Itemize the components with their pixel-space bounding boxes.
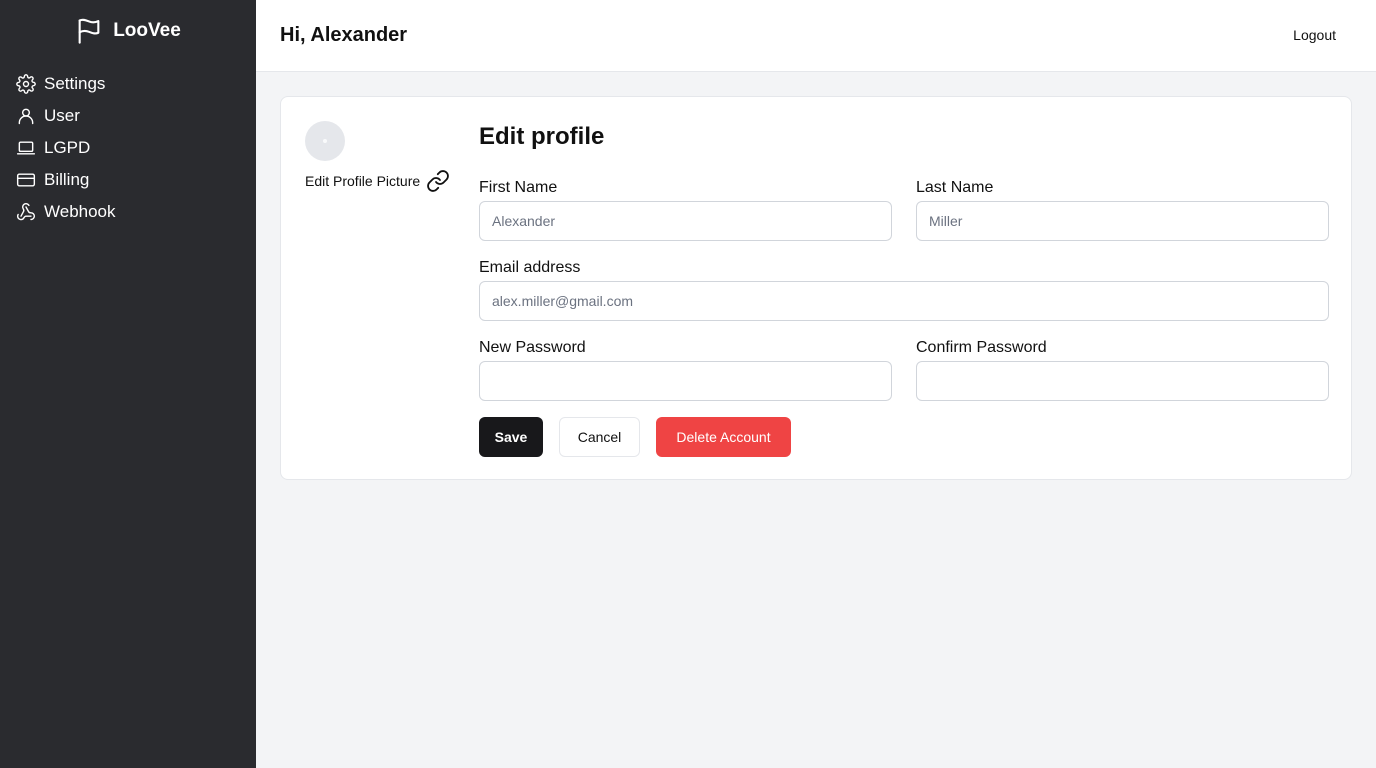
sidebar-item-label: User (44, 106, 80, 125)
sidebar-item-label: Webhook (44, 202, 116, 221)
top-bar: Hi, Alexander Logout (256, 0, 1376, 72)
last-name-input[interactable] (916, 201, 1329, 241)
edit-profile-picture-link[interactable]: Edit Profile Picture (305, 169, 450, 193)
edit-profile-card: Edit Profile Picture Edit profile First … (280, 96, 1352, 480)
delete-account-button[interactable]: Delete Account (656, 417, 791, 457)
last-name-label: Last Name (916, 179, 994, 196)
sidebar-item-settings[interactable]: Settings (16, 68, 116, 100)
avatar-placeholder (323, 139, 327, 143)
gear-icon (16, 74, 36, 94)
edit-profile-picture-label: Edit Profile Picture (305, 173, 421, 189)
sidebar-item-label: Billing (44, 170, 90, 189)
sidebar-item-lgpd[interactable]: LGPD (16, 132, 116, 164)
sidebar: LooVee Settings User LGPD Billing Webhoo… (0, 0, 256, 768)
email-input[interactable] (479, 281, 1329, 321)
confirm-password-input[interactable] (916, 361, 1329, 401)
confirm-password-label: Confirm Password (916, 339, 1047, 356)
first-name-label: First Name (479, 179, 558, 196)
sidebar-item-label: LGPD (44, 138, 91, 157)
flag-icon (75, 16, 103, 46)
brand[interactable]: LooVee (0, 16, 256, 46)
user-icon (16, 106, 36, 126)
brand-name: LooVee (113, 20, 181, 41)
page-title: Edit profile (479, 123, 605, 150)
sidebar-item-billing[interactable]: Billing (16, 164, 116, 196)
sidebar-nav: Settings User LGPD Billing Webhook (16, 68, 116, 228)
first-name-input[interactable] (479, 201, 892, 241)
credit-card-icon (16, 170, 36, 190)
new-password-input[interactable] (479, 361, 892, 401)
cancel-button[interactable]: Cancel (559, 417, 640, 457)
sidebar-item-user[interactable]: User (16, 100, 116, 132)
webhook-icon (16, 202, 36, 222)
sidebar-item-webhook[interactable]: Webhook (16, 196, 116, 228)
avatar[interactable] (305, 121, 345, 161)
save-button[interactable]: Save (479, 417, 543, 457)
greeting: Hi, Alexander (280, 24, 408, 46)
new-password-label: New Password (479, 339, 586, 356)
laptop-icon (16, 138, 36, 158)
email-label: Email address (479, 259, 581, 276)
sidebar-item-label: Settings (44, 74, 106, 93)
logout-button[interactable]: Logout (1293, 27, 1336, 43)
link-icon[interactable] (426, 169, 450, 193)
